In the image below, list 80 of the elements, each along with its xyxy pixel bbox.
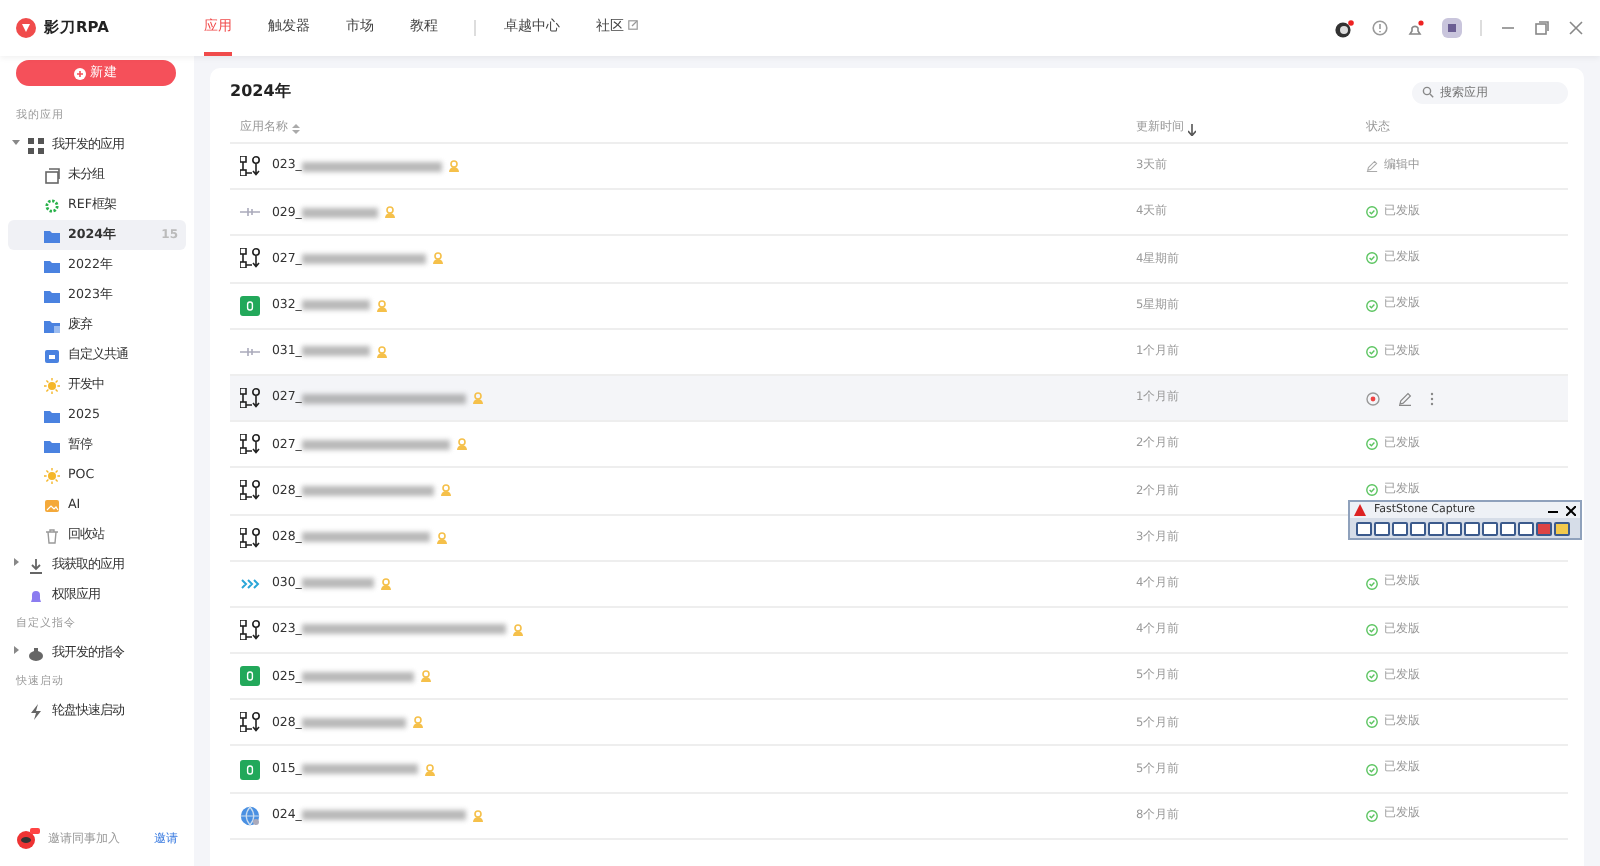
flow-icon (240, 480, 260, 501)
bell-icon[interactable] (1406, 19, 1424, 37)
user-icon (375, 345, 388, 358)
app-badge-icon (240, 666, 260, 687)
image-icon (44, 497, 60, 513)
trash-icon (44, 527, 60, 543)
redacted-text (301, 485, 434, 496)
sort-descending-icon[interactable] (1188, 123, 1196, 135)
app-badge-icon (240, 295, 260, 316)
bolt-icon (28, 703, 44, 719)
flow-icon (240, 248, 260, 269)
user-icon (383, 206, 396, 219)
redacted-text (301, 300, 370, 311)
plus-circle-icon (74, 67, 86, 79)
user-icon (455, 438, 468, 451)
help-icon[interactable] (1372, 20, 1388, 36)
sun-icon (44, 377, 60, 393)
flow-icon (240, 712, 260, 733)
check-circle-icon (1366, 345, 1378, 358)
user-icon (439, 484, 452, 497)
redacted-text (301, 717, 406, 728)
user-icon (411, 716, 424, 729)
avatar-icon[interactable] (1334, 19, 1354, 37)
close-icon[interactable] (1566, 505, 1576, 515)
user-icon (471, 809, 484, 822)
app-badge-icon (240, 759, 260, 780)
gear-icon (44, 197, 60, 213)
check-circle-icon (1366, 206, 1378, 219)
user-icon (471, 392, 484, 405)
redacted-text (301, 578, 374, 589)
user-icon (435, 531, 448, 544)
page-title: 2024年 (230, 80, 291, 104)
redacted-text (301, 207, 378, 218)
minimize-icon[interactable] (1548, 505, 1558, 515)
check-circle-icon (1366, 763, 1378, 776)
flow-icon (240, 434, 260, 455)
flow-icon (240, 156, 260, 177)
app-icon (1354, 504, 1366, 516)
check-circle-icon (1366, 716, 1378, 729)
check-circle-icon (1366, 484, 1378, 497)
calendar-icon (44, 347, 60, 363)
redacted-text (301, 671, 414, 682)
user-icon (447, 160, 460, 173)
logo-icon (16, 18, 36, 38)
run-icon[interactable] (1366, 391, 1380, 406)
invite-icon (16, 827, 40, 849)
pencil-icon (1366, 160, 1378, 173)
user-icon (511, 623, 524, 636)
check-circle-icon (1366, 438, 1378, 451)
globe-icon (240, 805, 260, 826)
user-icon (423, 763, 436, 776)
redacted-text (301, 161, 442, 172)
flow-icon (240, 388, 260, 409)
bell-icon (28, 587, 44, 603)
chevrons-icon (240, 573, 260, 594)
redacted-text (301, 532, 430, 543)
user-icon (375, 299, 388, 312)
redacted-text (301, 346, 370, 357)
edit-icon[interactable] (1398, 391, 1412, 406)
restore-icon[interactable] (1534, 20, 1550, 36)
user-icon (431, 252, 444, 265)
check-circle-icon (1366, 809, 1378, 822)
redacted-text (301, 764, 418, 775)
check-circle-icon (1366, 299, 1378, 312)
check-circle-icon (1366, 670, 1378, 683)
redacted-text (301, 253, 426, 264)
user-icon (419, 670, 432, 683)
download-icon (28, 557, 44, 573)
stack-icon (44, 167, 60, 183)
check-circle-icon (1366, 252, 1378, 265)
sun-icon (44, 467, 60, 483)
check-circle-icon (1366, 577, 1378, 590)
check-circle-icon (1366, 623, 1378, 636)
flow-icon (240, 619, 260, 640)
user-avatar[interactable] (1442, 18, 1462, 38)
flow-icon (240, 527, 260, 548)
search-icon (1422, 86, 1434, 98)
user-icon (379, 577, 392, 590)
grid-icon (28, 137, 44, 153)
folder-icon (44, 317, 60, 333)
